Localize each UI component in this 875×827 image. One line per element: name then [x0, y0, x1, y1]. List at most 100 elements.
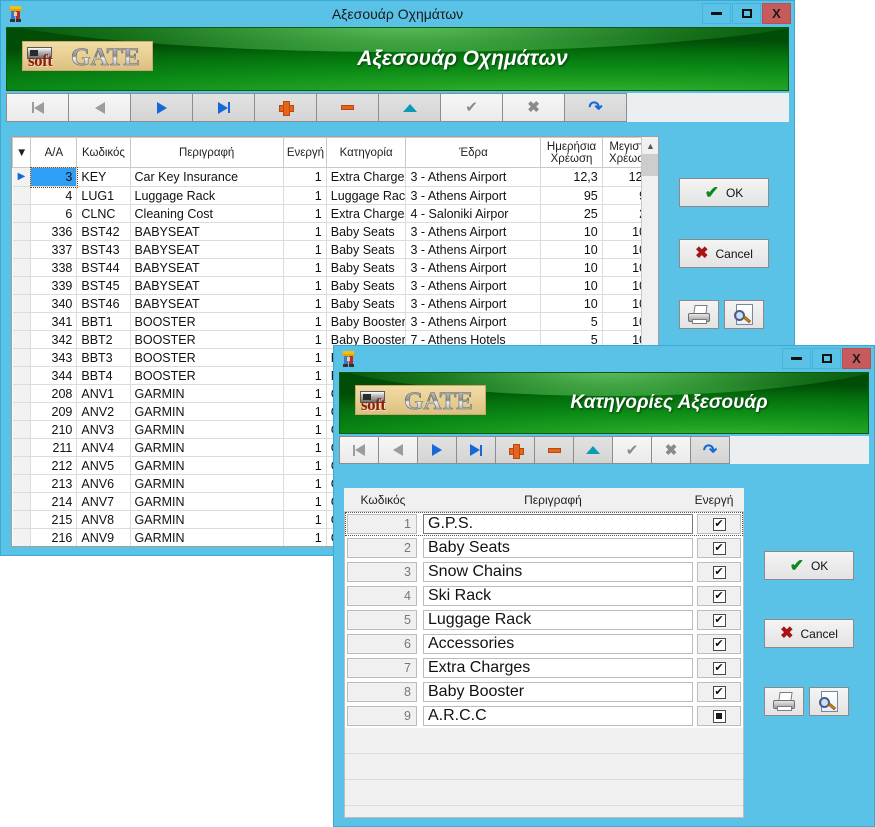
- cell-daily-charge[interactable]: 10: [540, 258, 603, 277]
- category-code-field[interactable]: 9: [347, 706, 417, 726]
- scroll-thumb[interactable]: [642, 154, 658, 176]
- cell-aa[interactable]: 343: [30, 348, 78, 367]
- cell-description[interactable]: BOOSTER: [130, 348, 284, 367]
- row-selector[interactable]: [12, 330, 32, 349]
- categories-grid[interactable]: Κωδικός Περιγραφή Ενεργή 1 G.P.S. ✔ 2 Baby S…: [344, 488, 744, 818]
- list-item[interactable]: 4 Ski Rack ✔: [345, 584, 743, 608]
- cell-code[interactable]: ANV2: [76, 402, 131, 421]
- next-record-button[interactable]: [417, 436, 457, 464]
- header-aa[interactable]: Α/Α: [30, 137, 78, 168]
- cell-active[interactable]: 1: [283, 258, 327, 277]
- cell-description[interactable]: BABYSEAT: [130, 222, 284, 241]
- cell-code[interactable]: BBT4: [76, 366, 131, 385]
- cell-base[interactable]: 3 - Athens Airport: [405, 186, 542, 205]
- active-checkbox[interactable]: ✔: [712, 541, 726, 555]
- category-description-field[interactable]: Baby Booster: [423, 682, 693, 702]
- category-code-field[interactable]: 7: [347, 658, 417, 678]
- category-description-field[interactable]: Accessories: [423, 634, 693, 654]
- add-record-button[interactable]: [495, 436, 535, 464]
- row-selector[interactable]: ▶: [12, 167, 32, 187]
- cell-code[interactable]: LUG1: [76, 186, 131, 205]
- last-record-button[interactable]: [192, 93, 255, 122]
- cell-category[interactable]: Baby Seats: [326, 276, 407, 295]
- cell-active[interactable]: 1: [283, 438, 327, 457]
- cell-aa[interactable]: 3: [29, 166, 78, 188]
- cell-description[interactable]: GARMIN: [130, 510, 284, 529]
- table-row[interactable]: 6 CLNC Cleaning Cost 1 Extra Charges 4 - Salo…: [12, 204, 658, 223]
- cell-code[interactable]: BST43: [76, 240, 131, 259]
- cell-description[interactable]: BOOSTER: [130, 330, 284, 349]
- cell-aa[interactable]: 208: [30, 384, 78, 403]
- cell-active[interactable]: 1: [283, 348, 327, 367]
- list-item[interactable]: 8 Baby Booster ✔: [345, 680, 743, 704]
- cell-code[interactable]: BBT1: [76, 312, 131, 331]
- table-row[interactable]: 341 BBT1 BOOSTER 1 Baby Booster 3 - Athens Ai…: [12, 312, 658, 331]
- cell-description[interactable]: Car Key Insurance: [130, 167, 284, 187]
- cell-aa[interactable]: 211: [30, 438, 78, 457]
- list-item[interactable]: 5 Luggage Rack ✔: [345, 608, 743, 632]
- row-selector[interactable]: [12, 294, 32, 313]
- add-record-button[interactable]: [254, 93, 317, 122]
- cell-aa[interactable]: 210: [30, 420, 78, 439]
- cell-aa[interactable]: 216: [30, 528, 78, 546]
- category-active-cell[interactable]: [697, 706, 741, 726]
- close-button[interactable]: X: [762, 3, 791, 24]
- category-description-field[interactable]: Extra Charges: [423, 658, 693, 678]
- cell-description[interactable]: BOOSTER: [130, 312, 284, 331]
- cell-code[interactable]: BST42: [76, 222, 131, 241]
- cell-active[interactable]: 1: [283, 474, 327, 493]
- preview-button[interactable]: [809, 687, 849, 716]
- cell-aa[interactable]: 338: [30, 258, 78, 277]
- ok-button[interactable]: ✔ OK: [679, 178, 769, 207]
- cell-base[interactable]: 3 - Athens Airport: [405, 258, 542, 277]
- category-code-field[interactable]: 6: [347, 634, 417, 654]
- header-description[interactable]: Περιγραφή: [129, 137, 284, 168]
- cancel-record-button[interactable]: ✖: [651, 436, 691, 464]
- cell-aa[interactable]: 341: [30, 312, 78, 331]
- accessory-categories-window[interactable]: X soft GATE Κατηγορίες Αξεσουάρ ✔ ✖ ↷ Κω…: [333, 345, 875, 827]
- minimize-button[interactable]: [702, 3, 731, 24]
- delete-record-button[interactable]: [534, 436, 574, 464]
- cell-active[interactable]: 1: [283, 492, 327, 511]
- cell-description[interactable]: GARMIN: [130, 456, 284, 475]
- cancel-button[interactable]: ✖ Cancel: [679, 239, 769, 268]
- cell-description[interactable]: GARMIN: [130, 528, 284, 546]
- cell-base[interactable]: 3 - Athens Airport: [405, 240, 542, 259]
- cell-code[interactable]: ANV4: [76, 438, 131, 457]
- header-base[interactable]: Έδρα: [405, 137, 542, 168]
- empty-row[interactable]: [345, 754, 743, 780]
- cell-daily-charge[interactable]: 10: [540, 276, 603, 295]
- post-record-button[interactable]: ✔: [612, 436, 652, 464]
- active-checkbox[interactable]: ✔: [712, 685, 726, 699]
- cell-description[interactable]: GARMIN: [130, 492, 284, 511]
- window2-titlebar[interactable]: X: [334, 346, 874, 372]
- cell-category[interactable]: Baby Seats: [326, 240, 407, 259]
- list-item[interactable]: 1 G.P.S. ✔: [345, 512, 743, 536]
- header-active[interactable]: Ενεργή: [282, 137, 327, 168]
- first-record-button[interactable]: [6, 93, 69, 122]
- cell-daily-charge[interactable]: 12,3: [540, 167, 603, 187]
- cell-active[interactable]: 1: [283, 312, 327, 331]
- row-selector[interactable]: [12, 276, 32, 295]
- cell-daily-charge[interactable]: 10: [540, 222, 603, 241]
- category-active-cell[interactable]: ✔: [697, 586, 741, 606]
- cell-description[interactable]: GARMIN: [130, 420, 284, 439]
- row-selector[interactable]: [12, 258, 32, 277]
- cell-aa[interactable]: 4: [30, 186, 78, 205]
- cell-base[interactable]: 3 - Athens Airport: [405, 312, 542, 331]
- cell-daily-charge[interactable]: 95: [540, 186, 603, 205]
- cell-aa[interactable]: 340: [30, 294, 78, 313]
- cell-aa[interactable]: 214: [30, 492, 78, 511]
- cell-daily-charge[interactable]: 25: [540, 204, 603, 223]
- row-selector[interactable]: [12, 528, 32, 546]
- row-selector[interactable]: [12, 240, 32, 259]
- cell-aa[interactable]: 344: [30, 366, 78, 385]
- row-selector[interactable]: [12, 366, 32, 385]
- filter-header[interactable]: ▼: [12, 137, 32, 168]
- cell-active[interactable]: 1: [283, 366, 327, 385]
- cell-active[interactable]: 1: [283, 204, 327, 223]
- cell-code[interactable]: CLNC: [76, 204, 131, 223]
- list-item[interactable]: 6 Accessories ✔: [345, 632, 743, 656]
- active-checkbox[interactable]: [712, 709, 726, 723]
- row-selector[interactable]: [12, 384, 32, 403]
